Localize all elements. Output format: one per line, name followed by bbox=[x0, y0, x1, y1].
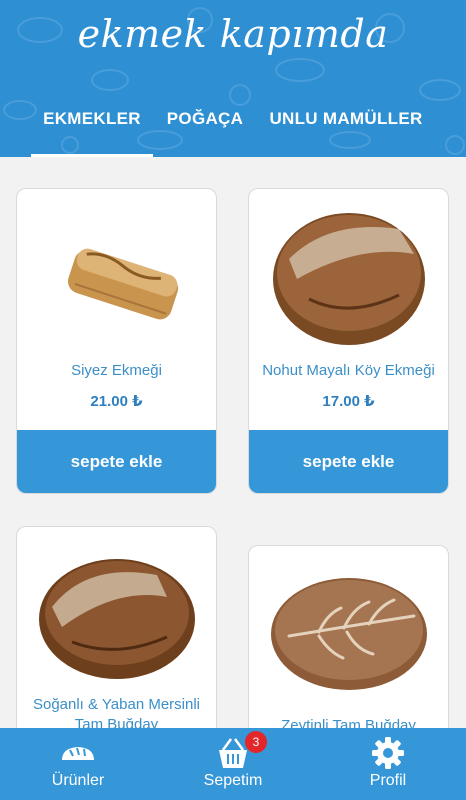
product-image bbox=[39, 559, 195, 679]
product-grid[interactable]: Siyez Ekmeği 21.00 ₺ sepete ekle Nohut M… bbox=[0, 157, 466, 728]
add-to-cart-button[interactable]: sepete ekle bbox=[249, 430, 448, 493]
product-name: Zeytinli Tam Buğday bbox=[281, 717, 416, 728]
nav-sepetim[interactable]: 3 Sepetim bbox=[173, 728, 293, 800]
nav-label: Sepetim bbox=[203, 772, 263, 789]
product-image bbox=[271, 578, 427, 690]
cart-count-badge: 3 bbox=[245, 731, 267, 753]
product-name: Siyez Ekmeği bbox=[71, 362, 162, 379]
product-card[interactable]: Zeytinli Tam Buğday bbox=[248, 545, 449, 728]
category-tabs: EKMEKLER POĞAÇA UNLU MAMÜLLER bbox=[0, 98, 466, 157]
product-name: Soğanlı & Yaban Mersinli Tam Buğday bbox=[32, 696, 201, 728]
nav-label: Ürünler bbox=[51, 772, 105, 789]
product-name: Nohut Mayalı Köy Ekmeği bbox=[262, 362, 435, 379]
gear-icon bbox=[372, 737, 404, 769]
tab-pogaca[interactable]: POĞAÇA bbox=[166, 98, 244, 157]
tab-unlu-mamuller[interactable]: UNLU MAMÜLLER bbox=[268, 98, 424, 157]
product-price: 17.00 ₺ bbox=[322, 393, 375, 410]
bread-icon bbox=[62, 747, 94, 760]
product-image bbox=[273, 213, 425, 345]
tab-ekmekler[interactable]: EKMEKLER bbox=[31, 98, 153, 157]
add-to-cart-button[interactable]: sepete ekle bbox=[17, 430, 216, 493]
nav-profil[interactable]: Profil bbox=[328, 728, 448, 800]
basket-icon bbox=[219, 738, 247, 768]
product-card[interactable]: Siyez Ekmeği 21.00 ₺ sepete ekle bbox=[16, 188, 217, 494]
product-card[interactable]: Nohut Mayalı Köy Ekmeği 17.00 ₺ sepete e… bbox=[248, 188, 449, 494]
product-image bbox=[67, 248, 179, 320]
nav-label: Profil bbox=[369, 772, 407, 789]
app-header: ekmek kapımda EKMEKLER POĞAÇA UNLU MAMÜL… bbox=[0, 0, 466, 157]
product-card[interactable]: Soğanlı & Yaban Mersinli Tam Buğday bbox=[16, 526, 217, 728]
bottom-navigation: Ürünler 3 Sepetim Profil bbox=[0, 728, 466, 800]
product-price: 21.00 ₺ bbox=[90, 393, 143, 410]
app-logo: ekmek kapımda bbox=[77, 12, 389, 56]
nav-urunler[interactable]: Ürünler bbox=[18, 728, 138, 800]
